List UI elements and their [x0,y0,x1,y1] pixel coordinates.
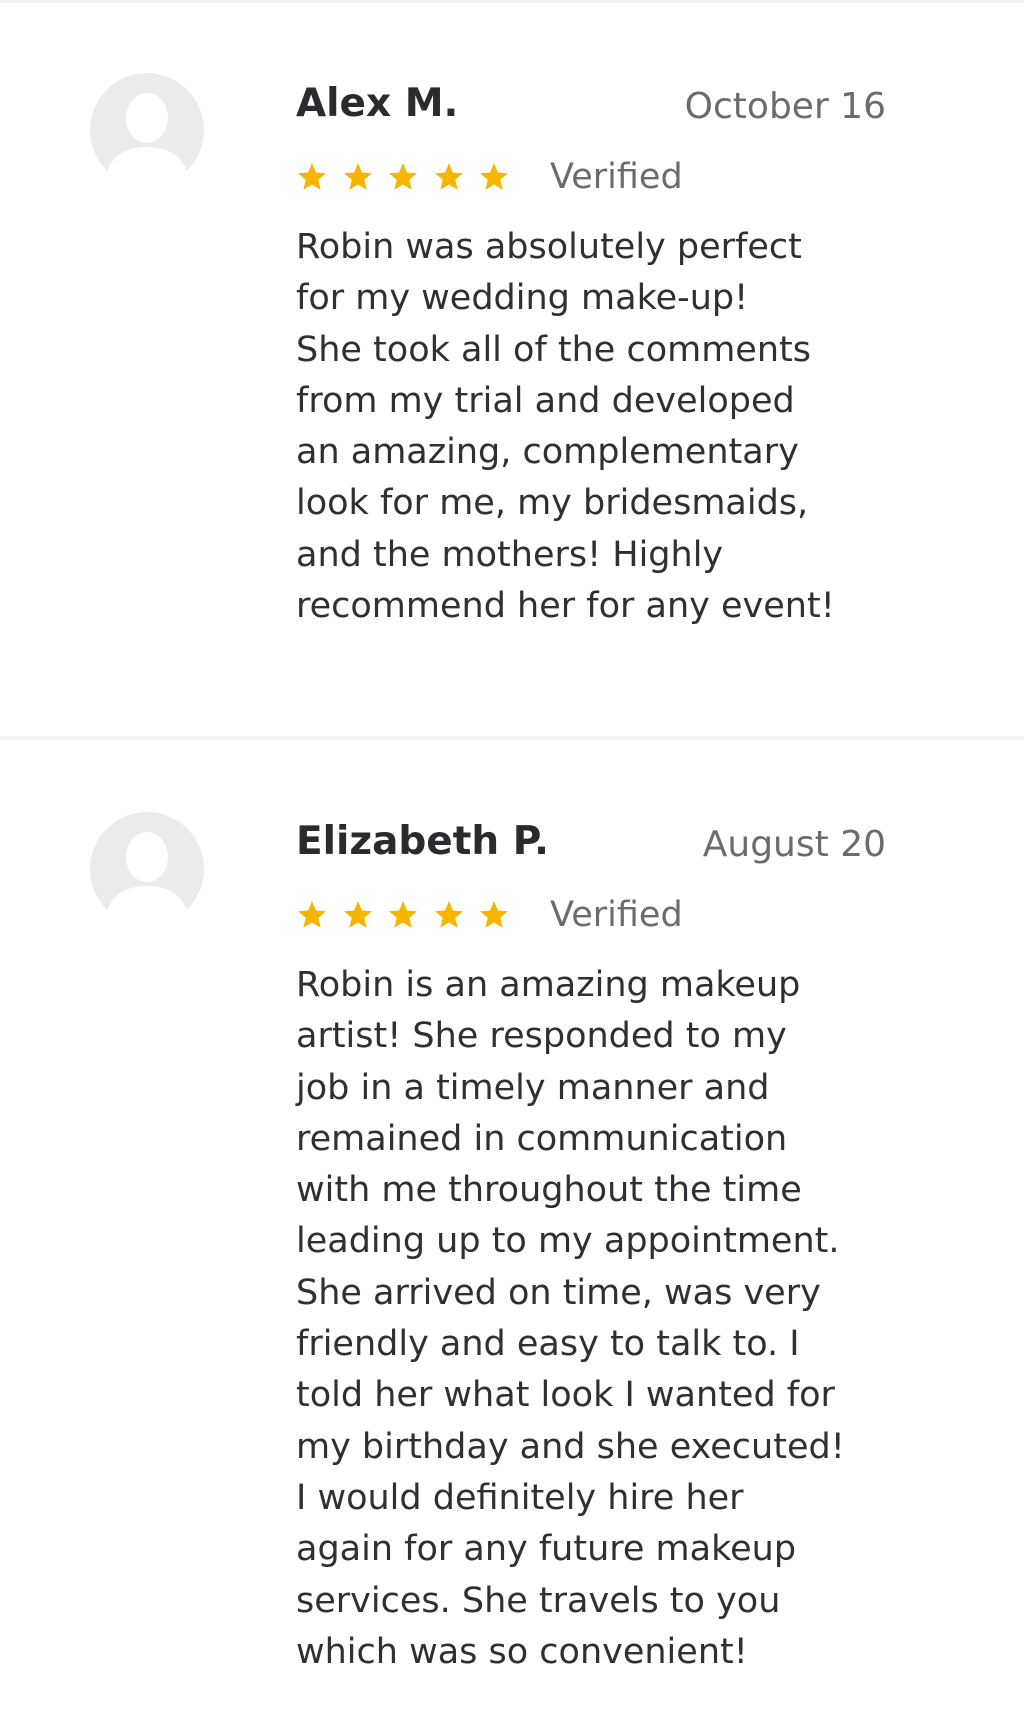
user-placeholder-icon [90,73,204,187]
review-body-line: an amazing, complementary [296,432,799,473]
review-body-line: from my trial and developed [296,380,795,421]
review-body-line: which was so convenient! [296,1631,748,1672]
review-body-line: artist! She responded to my [296,1016,787,1057]
star-icon [389,901,417,928]
star-icon [434,163,463,190]
star-icon [389,163,417,190]
review-body: Robin was absolutely perfect for my wedd… [296,222,906,632]
star-icon [480,163,508,190]
review-body-line: and the mothers! Highly [296,534,724,575]
star-icon [343,901,372,928]
review-body-line: leading up to my appointment. [296,1221,840,1262]
review-body-line: Robin is an amazing makeup [296,965,801,1005]
review-date: August 20 [702,824,886,865]
star-icon [298,163,326,190]
star-icon [298,901,326,928]
review-body-line: look for me, my bridesmaids, [296,483,809,524]
review-body-line: remained in communication [296,1118,788,1159]
review-body-line: told her what look I wanted for [296,1375,835,1416]
star-icon [434,901,463,928]
verified-label: Verified [550,895,683,935]
star-rating [296,899,510,931]
star-icon [480,901,508,928]
review-body-line: I would definitely hire her [296,1477,744,1518]
review-body-line: job in a timely manner and [296,1067,770,1108]
reviewer-name: Alex M. [296,81,459,126]
rating-row: Verified [296,895,683,935]
review-body-line: services. She travels to you [296,1580,781,1621]
verified-label: Verified [550,157,683,197]
review-card: Alex M. October 16 Verified Robin was ab… [0,0,1024,740]
review-body: Robin is an amazing makeup artist! She r… [296,960,906,1678]
review-body-line: recommend her for any event! [296,586,835,627]
review-body-line: She arrived on time, was very [296,1272,821,1313]
review-body-line: my birthday and she executed! [296,1426,845,1467]
rating-row: Verified [296,157,683,197]
review-body-line: She took all of the comments [296,329,811,370]
review-body-line: friendly and easy to talk to. I [296,1324,800,1365]
review-body-line: for my wedding make-up! [296,278,749,319]
review-card: Elizabeth P. August 20 Verified Robin is… [0,740,1024,1728]
review-body-line: again for any future makeup [296,1529,797,1570]
star-icon [343,163,372,190]
review-date: October 16 [684,86,886,127]
review-body-line: Robin was absolutely perfect [296,227,802,267]
user-placeholder-icon [90,812,204,926]
reviewer-name: Elizabeth P. [296,819,549,864]
review-body-line: with me throughout the time [296,1170,802,1211]
star-rating [296,161,510,193]
